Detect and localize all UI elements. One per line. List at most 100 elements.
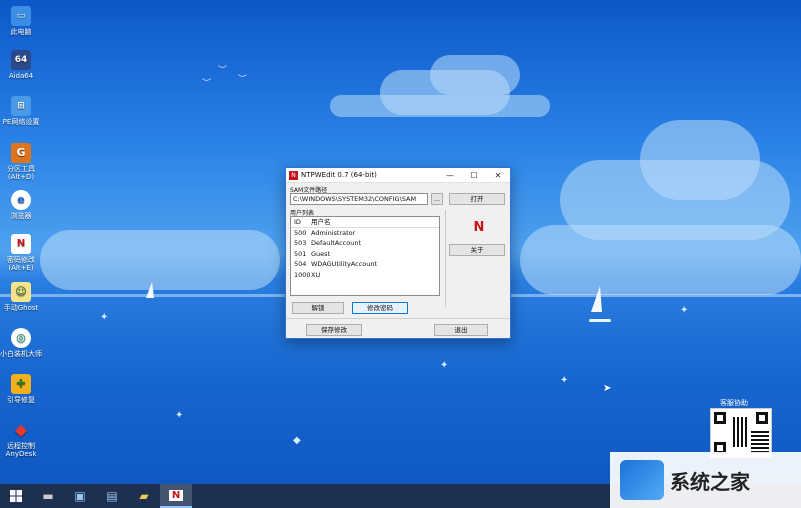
desktop-icon-label: Aida64 — [8, 72, 34, 80]
desktop-icon-pe-network[interactable]: ⊞ PE网络设置 — [0, 96, 42, 126]
open-button[interactable]: 打开 — [449, 193, 505, 205]
ntpwedit-logo: N — [473, 220, 485, 235]
cloud — [430, 55, 520, 95]
user-id: 1000 — [294, 270, 311, 279]
sparkle-icon: ◆ — [293, 435, 301, 446]
sailboat-hull — [589, 319, 611, 322]
aida64-icon: 64 — [11, 50, 31, 70]
watermark-text: 系统之家 — [670, 469, 750, 494]
sparkle-icon: ✦ — [175, 410, 184, 421]
desktop-icon-label: 小白装机大师 — [0, 350, 42, 358]
network-settings-icon: ⊞ — [11, 96, 31, 116]
sam-path-input[interactable]: C:\WINDOWS\SYSTEM32\CONFIG\SAM — [290, 193, 428, 205]
sparkle-icon: ✦ — [560, 375, 569, 386]
taskbar-drive-icon[interactable]: ▬ — [32, 484, 64, 508]
mouse-cursor-icon: ➤ — [603, 383, 612, 394]
change-password-button[interactable]: 修改密码 — [352, 302, 408, 314]
bird-icon: ︶ — [238, 75, 248, 85]
user-row[interactable]: 500 Administrator — [291, 228, 439, 239]
qr-finder — [756, 412, 768, 424]
sparkle-icon: ✦ — [680, 305, 689, 316]
cloud — [330, 95, 550, 117]
bird-icon: ︶ — [202, 79, 212, 89]
sailboat-icon — [591, 286, 602, 312]
footer-divider — [286, 318, 510, 319]
column-username: 用户名 — [311, 218, 331, 226]
support-label: 客服协助 — [720, 399, 748, 407]
sparkle-icon: ✦ — [100, 312, 109, 323]
taskbar-explorer-icon[interactable]: ▰ — [128, 484, 160, 508]
exit-button[interactable]: 退出 — [434, 324, 488, 336]
user-id: 503 — [294, 239, 307, 247]
browse-button[interactable]: ... — [431, 193, 443, 205]
anydesk-icon: ◆ — [14, 420, 28, 439]
start-button[interactable] — [0, 484, 32, 508]
desktop-icon-label: 浏览器 — [10, 212, 32, 220]
partition-tool-icon: G — [11, 143, 31, 163]
cloud — [520, 225, 801, 295]
ghost-icon: ☺ — [11, 282, 31, 302]
desktop-icon-boot-repair[interactable]: ✚ 引导修复 — [0, 374, 42, 404]
desktop-icon-label: 此电脑 — [10, 28, 32, 36]
qr-pattern — [733, 417, 749, 447]
taskbar-monitor-icon[interactable]: ▣ — [64, 484, 96, 508]
save-changes-button[interactable]: 保存修改 — [306, 324, 362, 336]
window-title: NTPWEdit 0.7 (64-bit) — [301, 171, 377, 179]
desktop-icon-ghost[interactable]: ☺ 手动Ghost — [0, 282, 42, 312]
taskbar-network-icon[interactable]: ▤ — [96, 484, 128, 508]
panel-divider — [445, 210, 446, 307]
desktop-icon-aida64[interactable]: 64 Aida64 — [0, 50, 42, 80]
ntpwedit-app-icon: N — [289, 170, 298, 180]
computer-icon: ▭ — [11, 6, 31, 26]
desktop-icon-label: 密码修改 (Alt+E) — [7, 256, 35, 272]
desktop-icon-password-edit[interactable]: N 密码修改 (Alt+E) — [0, 234, 42, 272]
desktop-icon-label: 远程控制 AnyDesk — [5, 442, 37, 458]
column-id: ID — [294, 218, 301, 226]
installer-icon: ◎ — [11, 328, 31, 348]
maximize-button[interactable]: ☐ — [462, 171, 486, 180]
qr-finder — [714, 412, 726, 424]
user-row[interactable]: 503 DefaultAccount — [291, 238, 439, 249]
unlock-button[interactable]: 解锁 — [292, 302, 344, 314]
user-row[interactable]: 1000 XU — [291, 270, 439, 281]
user-row[interactable]: 504 WDAGUtilityAccount — [291, 259, 439, 270]
folder-icon: ▰ — [139, 489, 149, 503]
sparkle-icon: ✦ — [440, 360, 449, 371]
ntpwedit-icon: N — [11, 234, 31, 254]
cloud — [40, 230, 280, 290]
taskbar-ntpwedit[interactable]: N — [160, 484, 192, 508]
user-name: XU — [311, 270, 321, 279]
sailboat-icon — [146, 282, 154, 298]
user-name: WDAGUtilityAccount — [311, 260, 378, 268]
windows-logo-icon — [10, 490, 22, 502]
user-row[interactable]: 501 Guest — [291, 249, 439, 260]
desktop-icon-installer[interactable]: ◎ 小白装机大师 — [0, 328, 42, 358]
user-id: 504 — [294, 260, 307, 268]
support-qr-code[interactable] — [710, 408, 772, 458]
desktop-icon-anydesk[interactable]: ◆ 远程控制 AnyDesk — [0, 420, 42, 459]
desktop-background: ︶ ︶ ︶ ✦ ✦ ✦ ✦ ✦ ◆ ➤ ▭ 此电脑 64 Aida64 ⊞ PE… — [0, 0, 801, 484]
user-id: 501 — [294, 249, 307, 258]
close-button[interactable]: ✕ — [486, 171, 510, 180]
desktop-icon-label: 引导修复 — [7, 396, 35, 404]
desktop-icon-this-pc[interactable]: ▭ 此电脑 — [0, 6, 42, 36]
user-name: Administrator — [311, 228, 356, 237]
qr-pattern — [751, 431, 769, 453]
desktop-icon-browser[interactable]: e 浏览器 — [0, 190, 42, 220]
boot-repair-icon: ✚ — [11, 374, 31, 394]
minimize-button[interactable]: — — [438, 171, 462, 180]
bird-icon: ︶ — [218, 66, 228, 76]
user-id: 500 — [294, 228, 307, 237]
network-icon: ▤ — [106, 489, 118, 503]
window-titlebar[interactable]: N NTPWEdit 0.7 (64-bit) — ☐ ✕ — [286, 168, 510, 183]
about-button[interactable]: 关于 — [449, 244, 505, 256]
user-name: DefaultAccount — [311, 239, 361, 247]
watermark-logo: 系统之家 — [610, 452, 801, 508]
desktop-icon-partition-tool[interactable]: G 分区工具 (Alt+D) — [0, 143, 42, 181]
cloud — [640, 120, 760, 200]
user-list[interactable]: ID 用户名 500 Administrator 503 DefaultAccoun… — [290, 216, 440, 296]
browser-icon: e — [11, 190, 31, 210]
desktop-icon-label: PE网络设置 — [2, 118, 40, 126]
user-name: Guest — [311, 249, 331, 258]
desktop-icon-label: 分区工具 (Alt+D) — [7, 165, 35, 181]
